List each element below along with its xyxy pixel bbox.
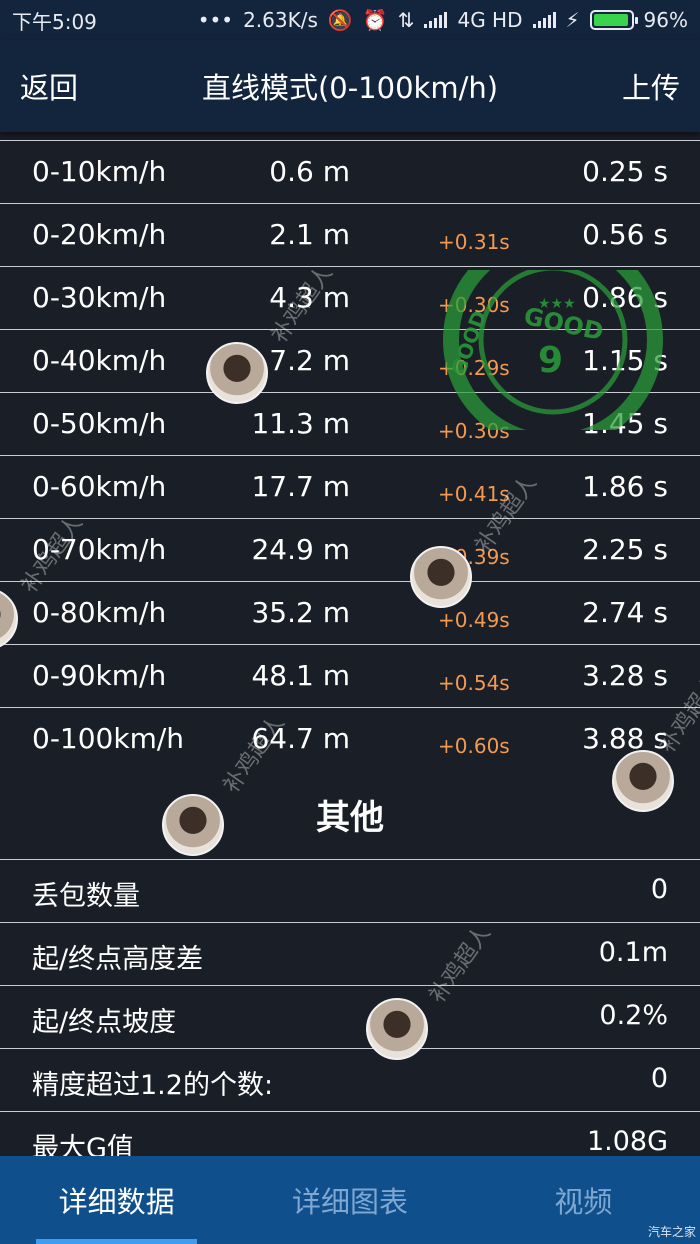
mute-icon: 🔕 [327, 8, 353, 32]
distance-value: 0.6 m [269, 155, 350, 188]
stat-value: 0 [650, 1063, 668, 1094]
distance-value: 11.3 m [251, 407, 350, 440]
speed-range-label: 0-30km/h [32, 281, 167, 314]
bottom-tab-bar: 详细数据 详细图表 视频 汽车之家 [0, 1156, 700, 1244]
time-delta: +0.60s [438, 734, 510, 758]
speed-row: 0-10km/h 0.6 m 0.25 s [0, 140, 700, 203]
stat-row: 起/终点坡度 0.2% [0, 985, 700, 1048]
stat-label: 最大G值 [32, 1133, 134, 1156]
status-time: 下午5:09 [12, 9, 97, 34]
alarm-icon: ⏰ [362, 8, 388, 32]
stat-label: 起/终点高度差 [32, 944, 204, 975]
speed-row: 0-70km/h 24.9 m +0.39s 2.25 s [0, 518, 700, 581]
stat-label: 起/终点坡度 [32, 1007, 177, 1038]
more-dots-icon: ••• [197, 8, 234, 32]
nav-bar: 返回 直线模式(0-100km/h) 上传 [0, 40, 700, 132]
distance-value: 24.9 m [251, 533, 350, 566]
time-delta: +0.30s [438, 293, 510, 317]
results-content[interactable]: 0-10km/h 0.6 m 0.25 s 0-20km/h 2.1 m +0.31s 0.… [0, 140, 700, 1156]
speed-row: 0-100km/h 64.7 m +0.60s 3.88 s [0, 707, 700, 770]
elapsed-time: 1.45 s [582, 407, 668, 440]
speed-range-label: 0-100km/h [32, 722, 185, 755]
time-delta: +0.29s [438, 356, 510, 380]
distance-value: 48.1 m [251, 659, 350, 692]
stat-value: 0.1m [598, 937, 668, 968]
speed-range-label: 0-50km/h [32, 407, 167, 440]
time-delta: +0.31s [438, 230, 510, 254]
watermark-avatar [410, 546, 472, 608]
watermark-avatar [206, 342, 268, 404]
upload-button[interactable]: 上传 [622, 65, 680, 107]
speed-range-label: 0-40km/h [32, 344, 167, 377]
distance-value: 7.2 m [269, 344, 350, 377]
distance-value: 17.7 m [251, 470, 350, 503]
speed-range-label: 0-10km/h [32, 155, 167, 188]
stat-row: 精度超过1.2的个数: 0 [0, 1048, 700, 1111]
elapsed-time: 0.86 s [582, 281, 668, 314]
watermark-avatar [366, 998, 428, 1060]
speed-range-label: 0-60km/h [32, 470, 167, 503]
time-delta: +0.30s [438, 419, 510, 443]
page-title: 直线模式(0-100km/h) [201, 71, 499, 105]
signal-icon [424, 12, 448, 28]
stat-value: 0.2% [599, 1000, 668, 1031]
speed-range-label: 0-90km/h [32, 659, 167, 692]
network-type: 4G HD [457, 8, 523, 32]
speed-row: 0-60km/h 17.7 m +0.41s 1.86 s [0, 455, 700, 518]
stat-row: 丢包数量 0 [0, 859, 700, 922]
network-speed: 2.63K/s [243, 8, 318, 32]
watermark-avatar [612, 750, 674, 812]
back-button[interactable]: 返回 [20, 65, 78, 107]
stat-label: 丢包数量 [32, 881, 140, 912]
elapsed-time: 3.28 s [582, 659, 668, 692]
battery-icon [589, 10, 638, 30]
speed-row: 0-30km/h 4.3 m +0.30s 0.86 s [0, 266, 700, 329]
tab-detail-data[interactable]: 详细数据 [0, 1156, 233, 1244]
elapsed-time: 1.86 s [582, 470, 668, 503]
stat-label: 精度超过1.2的个数: [32, 1070, 274, 1101]
speed-row: 0-50km/h 11.3 m +0.30s 1.45 s [0, 392, 700, 455]
time-delta: +0.49s [438, 608, 510, 632]
stat-row: 最大G值 1.08G [0, 1111, 700, 1156]
stat-row: 起/终点高度差 0.1m [0, 922, 700, 985]
elapsed-time: 1.15 s [582, 344, 668, 377]
time-delta: +0.54s [438, 671, 510, 695]
elapsed-time: 0.25 s [582, 155, 668, 188]
speed-range-label: 0-80km/h [32, 596, 167, 629]
stat-value: 0 [650, 874, 668, 905]
tab-detail-charts[interactable]: 详细图表 [233, 1156, 466, 1244]
speed-range-label: 0-20km/h [32, 218, 167, 251]
charging-icon: ⚡ [565, 8, 580, 32]
speed-row: 0-20km/h 2.1 m +0.31s 0.56 s [0, 203, 700, 266]
stat-value: 1.08G [586, 1126, 668, 1156]
corner-watermark: 汽车之家 [647, 1225, 696, 1239]
data-arrows-icon: ⇅ [397, 8, 415, 32]
distance-value: 2.1 m [269, 218, 350, 251]
other-section-title: 其他 [316, 798, 384, 838]
watermark-avatar [162, 794, 224, 856]
distance-value: 35.2 m [251, 596, 350, 629]
status-icons: ••• 2.63K/s 🔕 ⏰ ⇅ 4G HD ⚡ 96% [198, 8, 688, 32]
elapsed-time: 0.56 s [582, 218, 668, 251]
speed-row: 0-80km/h 35.2 m +0.49s 2.74 s [0, 581, 700, 644]
speed-row: 0-40km/h 7.2 m +0.29s 1.15 s [0, 329, 700, 392]
signal-icon-2 [532, 12, 556, 28]
battery-percent: 96% [643, 8, 688, 32]
elapsed-time: 2.74 s [582, 596, 668, 629]
status-bar: 下午5:09 ••• 2.63K/s 🔕 ⏰ ⇅ 4G HD ⚡ 96% [0, 0, 700, 40]
elapsed-time: 2.25 s [582, 533, 668, 566]
speed-row: 0-90km/h 48.1 m +0.54s 3.28 s [0, 644, 700, 707]
